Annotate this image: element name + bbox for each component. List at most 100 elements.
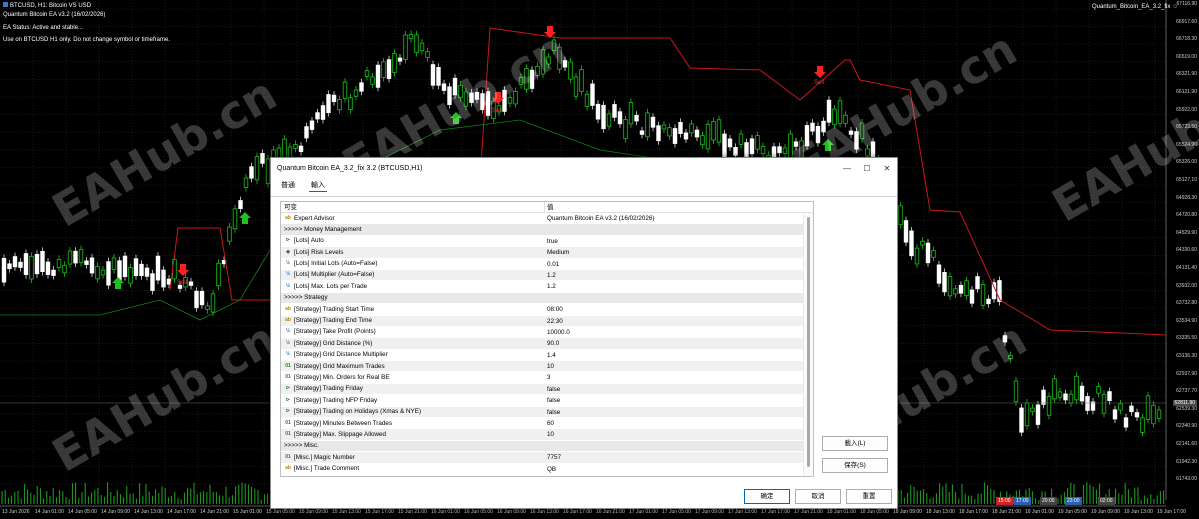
param-value-cell[interactable]: 1.2: [545, 281, 813, 291]
price-tick-label: 62737.70: [1176, 388, 1197, 395]
param-row[interactable]: 01 [Strategy] Min. Orders for Real BE 3: [281, 372, 813, 384]
candle-body: [738, 133, 744, 145]
tab-common[interactable]: 普通: [279, 179, 297, 191]
param-row[interactable]: ab [Strategy] Trading End Time 22:30: [281, 315, 813, 327]
time-tick-label: 19 Jun 09:00: [1091, 509, 1120, 515]
param-row[interactable]: ½ [Strategy] Grid Distance Multiplier 1.4: [281, 350, 813, 362]
candle-body: [1052, 378, 1057, 400]
param-value-cell[interactable]: [545, 293, 813, 303]
param-value-cell[interactable]: 0.01: [545, 259, 813, 269]
ea-properties-dialog[interactable]: Quantum Bitcoin EA_3.2_fix 3.2 (BTCUSD,H…: [270, 157, 898, 509]
inputs-grid[interactable]: 可变 值 ab Expert Advisor Quantum Bitcoin EA …: [280, 201, 814, 477]
candle-body: [84, 260, 89, 265]
param-row[interactable]: ½ [Lots] Initial Lots (Auto=False) 0.01: [281, 259, 813, 270]
section-row[interactable]: >>>>> Strategy: [281, 292, 813, 305]
candle-body: [1085, 396, 1090, 411]
reset-button[interactable]: 重置: [846, 489, 892, 504]
param-row[interactable]: ⊳ [Strategy] Trading NFP Friday false: [281, 395, 813, 407]
candle-body: [452, 77, 458, 96]
chart-window-icon: [3, 2, 8, 7]
param-row[interactable]: ab [Strategy] Trading Start Time 08:00: [281, 304, 813, 316]
param-row[interactable]: ◆ [Lots] Risk Levels Medium: [281, 247, 813, 259]
param-value-cell[interactable]: 7757: [545, 452, 813, 462]
time-tick-label: 16 Jun 13:00: [530, 509, 559, 515]
param-value-cell[interactable]: false: [545, 395, 813, 405]
candle-body: [782, 147, 788, 154]
tab-inputs[interactable]: 輸入: [309, 179, 327, 192]
bool-param-icon: ⊳: [285, 385, 291, 392]
param-row[interactable]: ½ [Lots] Multiplier (Auto=False) 1.2: [281, 269, 813, 282]
minimize-icon[interactable]: —: [837, 164, 857, 173]
param-value-cell[interactable]: 10000.0: [545, 327, 813, 337]
dialog-titlebar[interactable]: Quantum Bitcoin EA_3.2_fix 3.2 (BTCUSD,H…: [271, 158, 897, 178]
candle-body: [254, 156, 260, 181]
candle-body: [903, 220, 909, 243]
param-value-cell[interactable]: [545, 224, 813, 234]
candle-body: [573, 76, 579, 97]
param-row[interactable]: ½ [Strategy] Grid Distance (%) 90.0: [281, 338, 813, 350]
candle-body: [694, 129, 700, 138]
param-row[interactable]: ½ [Lots] Max. Lots per Trade 1.2: [281, 281, 813, 293]
column-header-value[interactable]: 值: [545, 202, 813, 212]
candle-body: [947, 276, 953, 297]
param-value-cell[interactable]: Medium: [545, 247, 813, 257]
section-row[interactable]: >>>>> Money Management: [281, 224, 813, 236]
scrollbar-thumb[interactable]: [807, 217, 810, 467]
candle-body: [672, 128, 678, 144]
param-value-cell[interactable]: 10: [545, 429, 813, 439]
param-row[interactable]: ⊳ [Strategy] Trading on Holidays (Xmas & …: [281, 406, 813, 419]
param-row[interactable]: ab [Misc.] Trade Comment QB: [281, 464, 813, 475]
price-scale[interactable]: 67116.90 66917.60 66718.30 66519.00 66321.90…: [1166, 0, 1199, 488]
param-row[interactable]: ⊳ [Strategy] Trading Friday false: [281, 383, 813, 396]
close-icon[interactable]: ✕: [877, 164, 897, 173]
param-value-cell[interactable]: 60: [545, 418, 813, 428]
param-value-cell[interactable]: 1.2: [545, 270, 813, 280]
param-value-cell[interactable]: 3: [545, 372, 813, 382]
cancel-button[interactable]: 取消: [795, 489, 841, 504]
candle-body: [260, 152, 265, 164]
param-row[interactable]: ab Expert Advisor Quantum Bitcoin EA v3.2 …: [281, 213, 813, 225]
param-value-cell[interactable]: 10: [545, 361, 813, 371]
save-button[interactable]: 保存(S): [822, 458, 888, 473]
param-value-cell[interactable]: 90.0: [545, 338, 813, 348]
param-value-cell[interactable]: false: [545, 407, 813, 417]
candle-body: [529, 69, 535, 89]
param-name-cell: ⊳ [Strategy] Trading Friday: [281, 384, 545, 394]
candle-body: [733, 146, 738, 156]
param-value-cell[interactable]: 1.4: [545, 350, 813, 360]
candle-body: [392, 53, 397, 73]
bool-param-icon: ⊳: [285, 396, 291, 403]
candle-body: [804, 125, 810, 147]
grid-scrollbar[interactable]: [803, 213, 813, 476]
candle-body: [700, 135, 705, 146]
param-row[interactable]: 01 [Misc.] Magic Number 7757: [281, 452, 813, 464]
maximize-icon[interactable]: ☐: [857, 164, 877, 173]
candle-body: [155, 255, 161, 281]
param-row[interactable]: 01 [Strategy] Max. Slippage Allowed 10: [281, 429, 813, 441]
section-row[interactable]: >>>>> Misc.: [281, 440, 813, 453]
buy-arrow-icon: [822, 139, 834, 151]
load-button[interactable]: 載入(L): [822, 436, 888, 451]
candle-body: [210, 293, 216, 313]
param-row[interactable]: 01 [Strategy] Grid Maximum Trades 10: [281, 361, 813, 373]
candle-body: [216, 262, 221, 287]
param-value-cell[interactable]: Quantum Bitcoin EA v3.2 (16/02/2026): [545, 213, 813, 223]
param-value-cell[interactable]: QB: [545, 464, 813, 474]
param-value-cell[interactable]: 08:00: [545, 304, 813, 314]
param-label: Expert Advisor: [294, 214, 335, 222]
param-row[interactable]: 01 [Strategy] Minutes Between Trades 60: [281, 418, 813, 430]
param-value-cell[interactable]: [545, 441, 813, 451]
price-tick-label: 66321.90: [1176, 71, 1197, 78]
param-row[interactable]: ½ [Strategy] Take Profit (Points) 10000.0: [281, 327, 813, 339]
price-tick-label: 65127.10: [1176, 177, 1197, 183]
candle-body: [579, 69, 584, 92]
candle-body: [144, 267, 150, 277]
candle-body: [656, 125, 661, 142]
param-value-cell[interactable]: true: [545, 236, 813, 246]
param-name-cell: ½ [Strategy] Take Profit (Points): [281, 327, 545, 337]
param-row[interactable]: ⊳ [Lots] Auto true: [281, 236, 813, 248]
param-value-cell[interactable]: false: [545, 384, 813, 394]
ok-button[interactable]: 确定: [744, 489, 790, 504]
column-header-variable[interactable]: 可变: [281, 202, 545, 212]
param-value-cell[interactable]: 22:30: [545, 316, 813, 326]
